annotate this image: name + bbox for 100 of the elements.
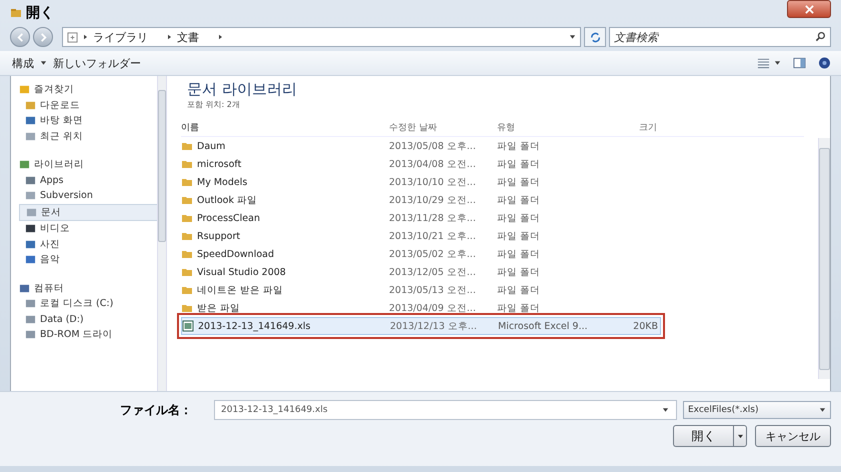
library-title: 문서 라이브러리	[187, 80, 298, 99]
sidebar-icon	[25, 190, 36, 202]
window-icon	[10, 7, 22, 19]
folder-icon	[181, 302, 193, 314]
sidebar-item[interactable]: 다운로드	[19, 98, 157, 113]
breadcrumb[interactable]: 文書	[177, 30, 199, 44]
file-name[interactable]: SpeedDownload	[197, 248, 274, 260]
file-name[interactable]: Visual Studio 2008	[197, 266, 286, 278]
file-name[interactable]: Rsupport	[197, 230, 240, 242]
folder-icon	[181, 284, 193, 296]
column-header[interactable]: 이름	[181, 120, 381, 134]
sidebar-item[interactable]: 컴퓨터	[19, 280, 157, 296]
sidebar-item[interactable]: BD-ROM 드라이	[19, 327, 157, 342]
chevron-icon[interactable]	[82, 34, 89, 40]
sidebar-item[interactable]: Data (D:)	[19, 312, 157, 327]
dropdown-icon[interactable]	[40, 60, 47, 66]
sidebar-item[interactable]: 즐겨찾기	[19, 82, 157, 98]
forward-button[interactable]	[33, 27, 53, 47]
refresh-icon	[590, 32, 600, 42]
address-bar[interactable]: ライブラリ 文書	[62, 27, 581, 47]
organize-button[interactable]: 構成	[10, 56, 36, 70]
file-name[interactable]: 네이트온 받은 파일	[197, 284, 284, 296]
chevron-icon[interactable]	[217, 34, 224, 40]
table-cell-text: 파일 폴더	[497, 266, 542, 278]
table-cell-text: Microsoft Excel 9...	[498, 320, 589, 332]
sidebar-icon	[19, 159, 30, 170]
sidebar-icon	[19, 84, 30, 96]
back-button[interactable]	[10, 27, 30, 47]
table-cell-text: 2013/10/10 오전...	[389, 176, 477, 188]
file-name[interactable]: microsoft	[197, 158, 242, 170]
dropdown-icon[interactable]	[774, 60, 781, 66]
chevron-icon[interactable]	[166, 34, 173, 40]
file-name[interactable]: Daum	[197, 140, 226, 152]
refresh-button[interactable]	[584, 27, 606, 47]
table-cell-text: 2013/05/13 오전...	[389, 284, 477, 296]
sidebar-icon	[25, 223, 36, 234]
table-cell-text: 2013/12/13 오후...	[390, 320, 478, 332]
table-cell-text: 파일 폴더	[497, 284, 542, 296]
table-cell-text: 2013/05/02 오후...	[389, 248, 477, 260]
file-name[interactable]: Outlook 파일	[197, 194, 258, 206]
close-button[interactable]	[787, 0, 831, 18]
sidebar-item[interactable]: 라이브러리	[19, 157, 157, 172]
sidebar-icon	[26, 206, 37, 218]
scrollbar[interactable]	[818, 138, 830, 379]
table-cell-text: 20KB	[632, 320, 658, 332]
folder-icon	[181, 212, 193, 224]
help-icon[interactable]	[818, 57, 831, 69]
sidebar-icon	[25, 329, 36, 340]
folder-icon	[181, 158, 193, 170]
scrollbar[interactable]	[157, 76, 166, 391]
sidebar-icon	[25, 254, 36, 266]
dropdown-icon	[736, 434, 744, 438]
sidebar-item[interactable]: 바탕 화면	[19, 113, 157, 128]
sidebar-item[interactable]: Subversion	[19, 188, 157, 204]
sidebar-icon	[25, 314, 36, 325]
view-list-icon[interactable]	[757, 57, 770, 69]
table-cell-text: 2013/12/05 오전...	[389, 266, 477, 278]
file-type-dropdown[interactable]: ExcelFiles(*.xls)	[683, 401, 831, 419]
file-name[interactable]: 받은 파일	[197, 302, 240, 314]
file-name[interactable]: My Models	[197, 176, 248, 188]
table-cell-text: 파일 폴더	[497, 176, 542, 188]
file-name[interactable]: 2013-12-13_141649.xls	[198, 320, 310, 332]
breadcrumb[interactable]: ライブラリ	[93, 30, 148, 44]
new-folder-button[interactable]: 新しいフォルダー	[51, 56, 143, 70]
close-icon	[804, 4, 814, 14]
table-cell-text: 파일 폴더	[497, 158, 542, 170]
library-subtitle: 포함 위치: 2개	[187, 99, 241, 110]
table-cell-text: 파일 폴더	[497, 212, 542, 224]
column-header[interactable]: 유형	[497, 120, 607, 134]
window-title: 開く	[26, 4, 54, 22]
folder-icon	[181, 176, 193, 188]
sidebar-item[interactable]: 사진	[19, 236, 157, 252]
sidebar-item[interactable]: 최근 위치	[19, 128, 157, 144]
open-button[interactable]: 開く	[673, 425, 733, 447]
table-cell-text: 2013/10/21 오후...	[389, 230, 477, 242]
folder-icon	[181, 266, 193, 278]
search-icon[interactable]	[815, 31, 826, 42]
sidebar-item[interactable]: 음악	[19, 252, 157, 268]
sidebar-item[interactable]: Apps	[19, 172, 157, 188]
preview-pane-icon[interactable]	[793, 57, 806, 69]
folder-icon	[181, 230, 193, 242]
sidebar-icon	[25, 100, 36, 111]
filename-label: ファイル名：	[120, 402, 193, 418]
search-field[interactable]: 文書検索	[609, 27, 831, 47]
sidebar-icon	[19, 282, 30, 294]
filename-field[interactable]: 2013-12-13_141649.xls	[214, 400, 677, 420]
open-dropdown-button[interactable]	[733, 425, 747, 447]
spreadsheet-icon	[182, 320, 194, 332]
cancel-button[interactable]: キャンセル	[755, 425, 831, 447]
column-header[interactable]: 크기	[607, 120, 657, 134]
sidebar-item[interactable]: 문서	[19, 204, 159, 221]
sidebar-icon	[25, 174, 36, 186]
sidebar-item[interactable]: 비디오	[19, 221, 157, 236]
sidebar-item[interactable]: 로컬 디스크 (C:)	[19, 296, 157, 312]
table-cell-text: 2013/04/08 오전...	[389, 158, 477, 170]
column-header[interactable]: 수정한 날짜	[389, 120, 489, 134]
folder-icon	[181, 194, 193, 206]
file-name[interactable]: ProcessClean	[197, 212, 260, 224]
dropdown-icon[interactable]	[569, 34, 576, 40]
dropdown-icon[interactable]	[662, 407, 669, 413]
